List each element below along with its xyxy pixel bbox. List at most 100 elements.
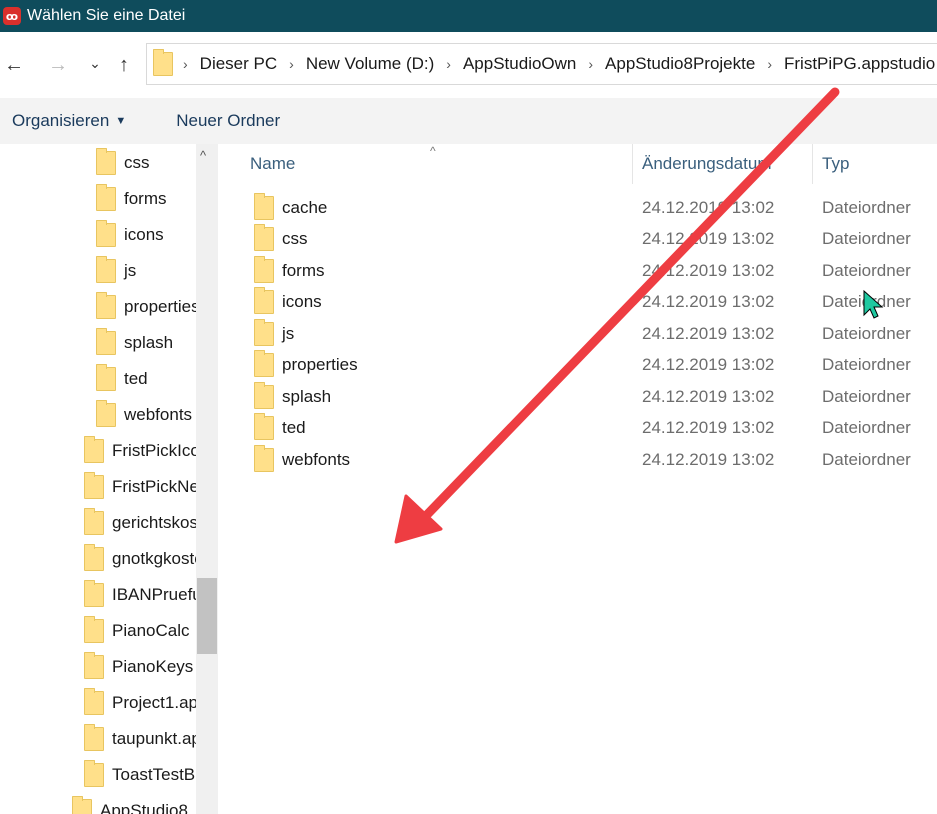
folder-icon	[153, 49, 173, 76]
tree-item-label: ToastTestB	[112, 765, 196, 784]
new-folder-button[interactable]: Neuer Ordner	[176, 111, 280, 131]
forward-arrow-icon[interactable]: →	[46, 54, 70, 76]
tree-item[interactable]: FristPickIcons	[0, 433, 196, 469]
file-row[interactable]: properties 24.12.2019 13:02 Dateiordner	[218, 350, 937, 381]
breadcrumb-item[interactable]: AppStudioOwn	[463, 54, 576, 74]
file-row[interactable]: ted 24.12.2019 13:02 Dateiordner	[218, 413, 937, 444]
folder-icon	[96, 184, 116, 211]
breadcrumb-item[interactable]: AppStudio8Projekte	[605, 54, 755, 74]
new-folder-label: Neuer Ordner	[176, 111, 281, 130]
breadcrumb-item[interactable]: FristPiPG.appstudio	[784, 54, 935, 74]
tree-item[interactable]: Project1.appstudio	[0, 685, 196, 721]
tree-item[interactable]: PianoCalc	[0, 613, 196, 649]
window-title: Wählen Sie eine Datei	[27, 7, 186, 24]
navigation-bar: ← → ⌄ ↑ › Dieser PC › New Volume (D:) › …	[0, 32, 937, 98]
scrollbar-thumb[interactable]	[197, 578, 217, 654]
tree-item[interactable]: PianoKeys	[0, 649, 196, 685]
folder-icon	[96, 328, 116, 355]
tree-item[interactable]: forms	[0, 181, 196, 217]
folder-icon	[84, 472, 104, 499]
column-header-date[interactable]: Änderungsdatum	[642, 144, 771, 184]
tree-item-label: Project1.appstudio	[112, 693, 196, 712]
navigation-tree[interactable]: css forms icons js properties splash ted webfon…	[0, 144, 196, 814]
file-name-cell: icons	[254, 287, 322, 314]
organize-label: Organisieren	[12, 111, 110, 130]
tree-item[interactable]: AppStudio8	[0, 793, 196, 814]
folder-icon	[96, 292, 116, 319]
file-row[interactable]: js 24.12.2019 13:02 Dateiordner	[218, 318, 937, 349]
tree-item-label: gnotkgkosten	[112, 549, 196, 568]
folder-icon	[84, 760, 104, 787]
tree-item-label: ted	[124, 369, 148, 388]
chevron-right-icon: ›	[446, 56, 451, 72]
tree-item[interactable]: css	[0, 145, 196, 181]
back-arrow-icon[interactable]: ←	[2, 54, 26, 76]
tree-item-label: splash	[124, 333, 174, 352]
tree-item[interactable]: gnotkgkosten	[0, 541, 196, 577]
file-row[interactable]: webfonts 24.12.2019 13:02 Dateiordner	[218, 444, 937, 475]
tree-item[interactable]: properties	[0, 289, 196, 325]
tree-scrollbar[interactable]: ^	[196, 144, 218, 814]
chevron-right-icon: ›	[289, 56, 294, 72]
sort-ascending-icon: ^	[430, 144, 436, 158]
tree-item-label: css	[124, 153, 150, 172]
tree-item-label: taupunkt.appstudio	[112, 729, 196, 748]
column-header-type[interactable]: Typ	[822, 144, 849, 184]
file-row[interactable]: splash 24.12.2019 13:02 Dateiordner	[218, 381, 937, 412]
tree-item[interactable]: ToastTestB	[0, 757, 196, 793]
file-list: ^ Name Änderungsdatum Typ cache 24.12.201…	[218, 144, 937, 814]
tree-item-label: AppStudio8	[100, 801, 188, 814]
folder-icon	[254, 350, 274, 377]
column-header-name[interactable]: Name	[250, 144, 295, 184]
file-row[interactable]: icons 24.12.2019 13:02 Dateiordner	[218, 287, 937, 318]
file-date: 24.12.2019 13:02	[642, 229, 775, 248]
file-name: cache	[282, 197, 328, 217]
tree-item[interactable]: splash	[0, 325, 196, 361]
folder-icon	[254, 192, 274, 220]
file-date: 24.12.2019 13:02	[642, 197, 775, 217]
tree-item[interactable]: taupunkt.appstudio	[0, 721, 196, 757]
breadcrumb-item[interactable]: New Volume (D:)	[306, 54, 434, 74]
file-name: forms	[282, 260, 325, 280]
window-titlebar: ꝏ Wählen Sie eine Datei	[0, 0, 937, 32]
tree-item[interactable]: FristPickNew	[0, 469, 196, 505]
folder-icon	[254, 287, 274, 314]
tree-item-label: PianoKeys	[112, 657, 194, 676]
tree-item[interactable]: webfonts	[0, 397, 196, 433]
tree-item-label: FristPickIcons	[112, 441, 196, 460]
file-date: 24.12.2019 13:02	[642, 292, 775, 311]
column-divider[interactable]	[812, 144, 813, 184]
folder-icon	[254, 413, 274, 440]
recent-locations-chevron-icon[interactable]: ⌄	[83, 52, 107, 74]
tree-item-label: FristPickNew	[112, 477, 196, 496]
column-divider[interactable]	[632, 144, 633, 184]
folder-icon	[72, 796, 92, 814]
command-toolbar: Organisieren ▼ Neuer Ordner	[0, 98, 937, 144]
tree-item[interactable]: gerichtskosten	[0, 505, 196, 541]
tree-item[interactable]: ted	[0, 361, 196, 397]
chevron-right-icon: ›	[183, 56, 188, 72]
breadcrumb-item[interactable]: Dieser PC	[200, 54, 277, 74]
file-type: Dateiordner	[822, 449, 911, 469]
file-name: splash	[282, 386, 332, 406]
file-name-cell: splash	[254, 381, 332, 409]
address-bar[interactable]: › Dieser PC › New Volume (D:) › AppStudi…	[146, 43, 937, 85]
tree-item[interactable]: js	[0, 253, 196, 289]
folder-icon	[84, 616, 104, 643]
up-arrow-icon[interactable]: ↑	[112, 54, 136, 76]
organize-button[interactable]: Organisieren ▼	[12, 111, 126, 131]
tree-item[interactable]: icons	[0, 217, 196, 253]
folder-icon	[84, 436, 104, 463]
file-name-cell: properties	[254, 350, 358, 377]
file-date: 24.12.2019 13:02	[642, 260, 775, 280]
tree-item-label: webfonts	[124, 405, 193, 424]
folder-icon	[84, 724, 104, 751]
folder-icon	[84, 688, 104, 715]
tree-item[interactable]: IBANPruefung	[0, 577, 196, 613]
tree-item-label: gerichtskosten	[112, 513, 196, 532]
file-row[interactable]: cache 24.12.2019 13:02 Dateiordner	[218, 192, 937, 223]
file-row[interactable]: css 24.12.2019 13:02 Dateiordner	[218, 224, 937, 255]
file-row[interactable]: forms 24.12.2019 13:02 Dateiordner	[218, 255, 937, 286]
scroll-up-icon[interactable]: ^	[200, 148, 206, 163]
file-date: 24.12.2019 13:02	[642, 355, 775, 374]
